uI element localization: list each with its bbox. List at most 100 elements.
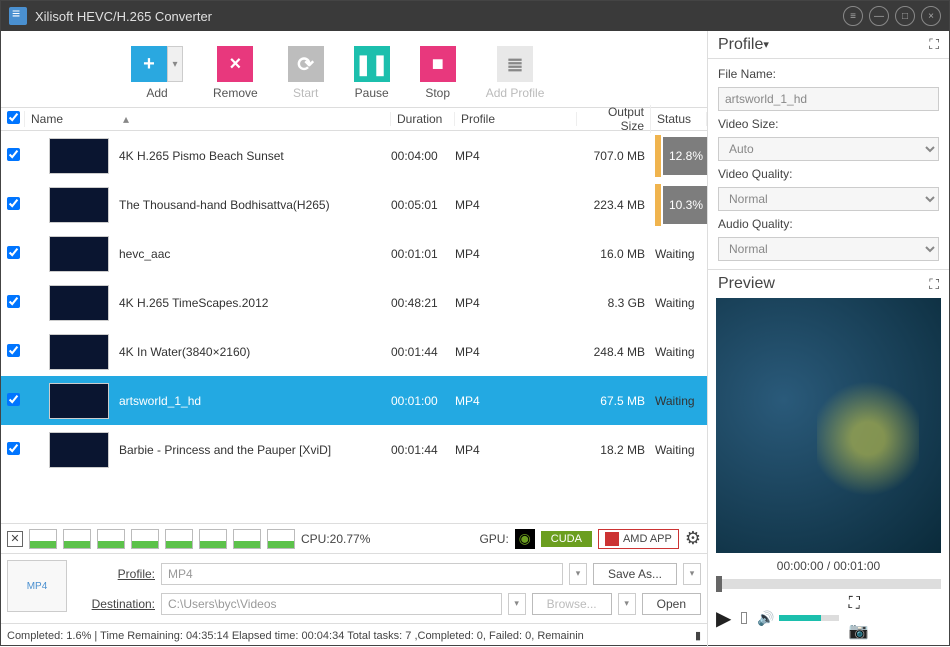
thumbnail [49,383,109,419]
cpu-label: CPU:20.77% [301,532,370,546]
add-profile-button[interactable]: ≣Add Profile [486,46,545,100]
bottom-controls: MP4 Profile: ▾ Save As... ▾ Destination:… [1,553,707,623]
profile-panel-header: Profile▾ ⛶ [708,31,949,59]
stop-button[interactable]: ■Stop [420,46,456,100]
cuda-badge[interactable]: CUDA [541,531,592,547]
thumbnail [49,236,109,272]
row-checkbox[interactable] [1,393,25,409]
close-button[interactable]: × [921,6,941,26]
profile-field[interactable] [161,563,563,585]
amd-badge[interactable]: AMD APP [598,529,679,549]
column-duration[interactable]: Duration [391,112,455,126]
snapshot-icon[interactable]: 📷 [849,621,941,641]
gpu-label: GPU: [479,532,508,546]
cpu-graph [165,529,193,549]
title-bar: Xilisoft HEVC/H.265 Converter ≡ — □ × [1,1,949,31]
thumbnail [49,432,109,468]
file-status: Waiting [651,247,707,261]
row-checkbox[interactable] [1,442,25,458]
add-dropdown[interactable]: ▾ [167,46,183,82]
stop-icon[interactable] [741,612,747,624]
main-toolbar: +▾ Add ×Remove ⟳Start ❚❚Pause ■Stop ≣Add… [1,31,707,107]
cpu-graph [267,529,295,549]
preview-time: 00:00:00 / 00:01:00 [708,553,949,579]
file-name: The Thousand-hand Bodhisattva(H265) [119,198,330,212]
row-checkbox[interactable] [1,148,25,164]
profile-dropdown[interactable]: ▾ [569,563,587,585]
file-size: 67.5 MB [577,394,651,408]
filename-field[interactable] [718,87,939,111]
file-row[interactable]: Barbie - Princess and the Pauper [XviD]0… [1,425,707,474]
row-checkbox[interactable] [1,295,25,311]
profile-panel: File Name: Video Size: Auto Video Qualit… [708,59,949,269]
pause-button[interactable]: ❚❚Pause [354,46,390,100]
maximize-button[interactable]: □ [895,6,915,26]
browse-dropdown[interactable]: ▾ [618,593,636,615]
file-duration: 00:01:44 [391,345,455,359]
row-checkbox[interactable] [1,344,25,360]
videosize-select[interactable]: Auto [718,137,939,161]
file-duration: 00:05:01 [391,198,455,212]
column-profile[interactable]: Profile [455,112,577,126]
play-icon[interactable]: ▶ [716,606,731,631]
file-row[interactable]: 4K H.265 Pismo Beach Sunset00:04:00MP470… [1,131,707,180]
file-size: 248.4 MB [577,345,651,359]
volume-slider[interactable] [779,615,839,621]
file-row[interactable]: 4K H.265 TimeScapes.201200:48:21MP48.3 G… [1,278,707,327]
audioquality-select[interactable]: Normal [718,237,939,261]
open-button[interactable]: Open [642,593,701,615]
file-size: 8.3 GB [577,296,651,310]
column-status[interactable]: Status [651,112,707,126]
add-button[interactable]: +▾ Add [131,46,183,100]
cpu-close-icon[interactable]: ✕ [7,531,23,547]
destination-field[interactable] [161,593,502,615]
statusbar-toggle-icon[interactable]: ▮ [695,629,701,642]
row-checkbox[interactable] [1,246,25,262]
thumbnail [49,138,109,174]
file-duration: 00:01:44 [391,443,455,457]
volume-icon[interactable]: 🔊 [757,610,774,627]
preview-expand-icon[interactable]: ⛶ [929,276,939,293]
start-button[interactable]: ⟳Start [288,46,324,100]
profile-label: Profile: [75,567,155,581]
menu-button[interactable]: ≡ [843,6,863,26]
file-row[interactable]: artsworld_1_hd00:01:00MP467.5 MBWaiting [1,376,707,425]
minimize-button[interactable]: — [869,6,889,26]
file-profile: MP4 [455,247,577,261]
file-status: 12.8% [651,135,707,177]
file-status: 10.3% [651,184,707,226]
audioquality-label: Audio Quality: [718,217,939,231]
preview-slider[interactable] [716,579,941,589]
file-name: 4K H.265 TimeScapes.2012 [119,296,268,310]
column-name[interactable]: Name [25,112,391,126]
settings-icon[interactable]: ⚙ [685,528,701,549]
select-all-checkbox[interactable] [1,111,25,127]
save-as-button[interactable]: Save As... [593,563,677,585]
file-size: 16.0 MB [577,247,651,261]
file-duration: 00:04:00 [391,149,455,163]
fullscreen-icon[interactable]: ⛶ [849,595,941,613]
remove-button[interactable]: ×Remove [213,46,258,100]
list-header: Name Duration Profile Output Size Status [1,107,707,131]
expand-icon[interactable]: ⛶ [929,36,939,53]
file-row[interactable]: The Thousand-hand Bodhisattva(H265) 00:05… [1,180,707,229]
file-profile: MP4 [455,296,577,310]
nvidia-icon: ◉ [515,529,535,549]
row-checkbox[interactable] [1,197,25,213]
browse-button[interactable]: Browse... [532,593,612,615]
destination-dropdown[interactable]: ▾ [508,593,526,615]
save-as-dropdown[interactable]: ▾ [683,563,701,585]
file-name: 4K In Water(3840×2160) [119,345,250,359]
column-output-size[interactable]: Output Size [577,105,651,133]
file-row[interactable]: hevc_aac00:01:01MP416.0 MBWaiting [1,229,707,278]
videoquality-select[interactable]: Normal [718,187,939,211]
preview-image[interactable] [716,298,941,553]
file-status: Waiting [651,394,707,408]
preview-panel: Preview ⛶ 00:00:00 / 00:01:00 ▶ 🔊 ⛶ 📷 [708,269,949,647]
file-name: 4K H.265 Pismo Beach Sunset [119,149,284,163]
file-row[interactable]: 4K In Water(3840×2160)00:01:44MP4248.4 M… [1,327,707,376]
destination-label: Destination: [75,597,155,611]
profile-thumb-icon: MP4 [7,560,67,612]
file-size: 707.0 MB [577,149,651,163]
videoquality-label: Video Quality: [718,167,939,181]
